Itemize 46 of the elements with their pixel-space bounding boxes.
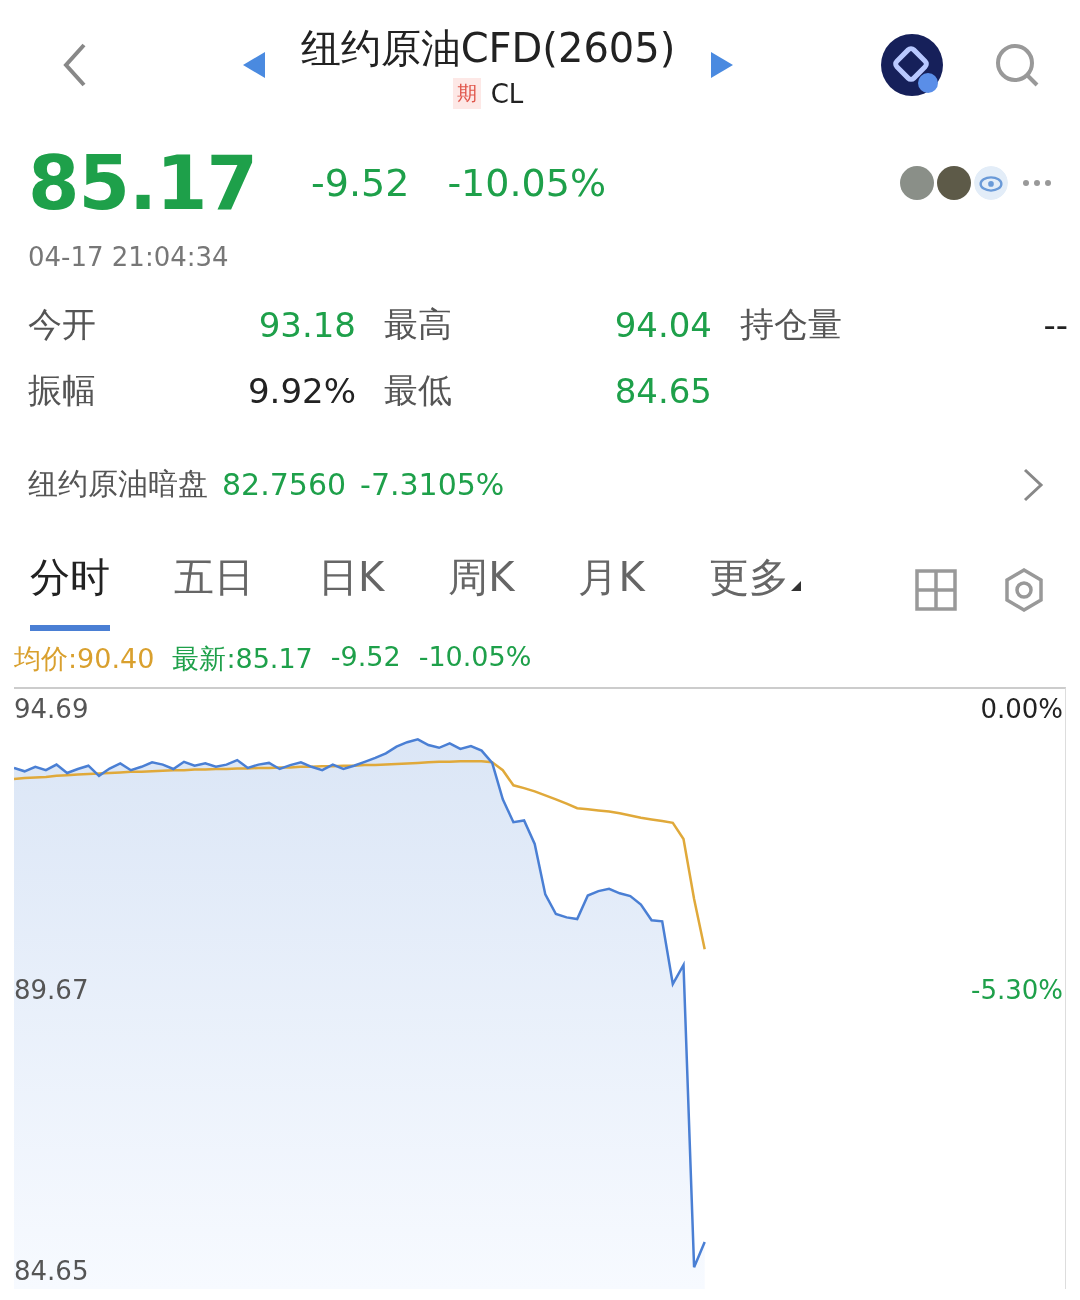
price-axis-label: 84.65 [14,1256,89,1287]
next-icon[interactable] [711,52,734,78]
percent-axis-label: 0.00% [980,694,1063,725]
dark-pool-price: 82.7560 [222,467,347,502]
stat-label: 今开 [28,303,97,346]
previous-icon[interactable] [242,52,265,78]
ai-assistant-icon[interactable] [880,33,944,97]
chart-tab[interactable]: 分时 [30,549,110,631]
chevron-right-icon[interactable] [1022,466,1044,503]
stat-label: 持仓量 [740,303,843,346]
stat-label: 最高 [384,303,453,346]
latest-change: -9.52 [330,641,401,674]
stat-value: 9.92% [247,371,356,411]
percent-axis-label: -5.30% [971,975,1063,1006]
settings-icon[interactable] [1002,568,1046,612]
more-icon[interactable] [1022,179,1052,187]
chart-tab[interactable]: 更多 [708,549,801,631]
chart-tab[interactable]: 五日 [174,549,254,631]
grid-icon[interactable] [914,568,958,612]
stat-label: 最低 [384,369,453,412]
avatar[interactable] [937,166,971,200]
latest-percent: -10.05% [418,641,532,674]
stat-value: 93.18 [257,305,356,345]
percent-change: -10.05% [447,161,606,205]
latest-price: 最新:85.17 [172,642,313,676]
stat-value: -- [1042,305,1068,345]
price-axis-label: 89.67 [14,975,89,1006]
stat-value: 94.04 [613,305,712,345]
quote-time: 04-17 21:04:34 [27,241,230,272]
eye-icon[interactable] [974,166,1008,200]
chart-tab[interactable]: 周K [448,549,515,631]
futures-badge: 期 [452,78,481,109]
price-axis-label: 94.69 [14,694,89,725]
chart-tab[interactable]: 日K [318,549,385,631]
search-icon[interactable] [994,42,1040,88]
average-price: 均价:90.40 [14,642,155,676]
last-price: 85.17 [28,140,258,226]
instrument-code: CL [490,78,524,109]
price-change: -9.52 [311,161,410,205]
dark-pool-change: -7.3105% [360,467,505,502]
instrument-title: 纽约原油CFD(2605) [300,24,676,73]
chart-tab[interactable]: 月K [578,549,645,631]
stat-label: 振幅 [28,369,97,412]
avatar[interactable] [900,166,934,200]
dark-pool-label: 纽约原油暗盘 [28,465,208,503]
stat-value: 84.65 [613,371,712,411]
